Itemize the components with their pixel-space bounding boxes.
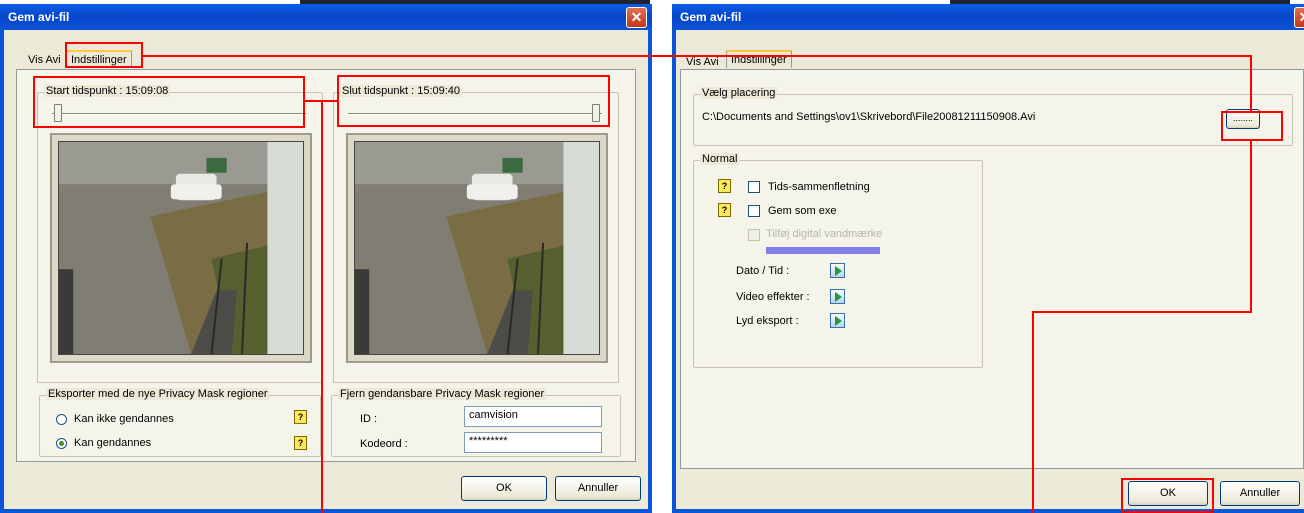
annotation-line: [321, 100, 337, 102]
annotation-line: [1250, 141, 1252, 313]
watermark-color-bar: [766, 247, 880, 254]
right-dialog-title: Gem avi-fil: [680, 10, 742, 24]
cancel-button[interactable]: Annuller: [1220, 481, 1300, 506]
annotation-box-browse: [1221, 111, 1283, 141]
normal-group: Normal ? Tids-sammenfletning ? Gem som e…: [693, 153, 983, 368]
annotation-box-start: [33, 76, 305, 128]
ok-button[interactable]: OK: [461, 476, 547, 501]
remove-privacy-label: Fjern gendansbare Privacy Mask regioner: [338, 388, 547, 400]
export-privacy-label: Eksporter med de nye Privacy Mask region…: [46, 388, 270, 400]
normal-label: Normal: [700, 153, 740, 165]
right-dialog: Gem avi-fil ✕ Vis Avi Indstillinger Vælg…: [672, 4, 1304, 513]
radio-can-restore[interactable]: [56, 438, 67, 449]
annotation-line: [143, 55, 1252, 57]
right-dialog-titlebar: Gem avi-fil: [672, 4, 1304, 30]
id-label: ID :: [360, 413, 378, 425]
help-icon[interactable]: ?: [294, 436, 307, 450]
placement-group: Vælg placering C:\Documents and Settings…: [693, 87, 1293, 146]
save-exe-checkbox[interactable]: [748, 205, 760, 217]
end-video-preview: [354, 141, 600, 355]
end-time-group: Slut tidspunkt : 15:09:40: [333, 85, 619, 383]
export-privacy-group: Eksporter med de nye Privacy Mask region…: [39, 388, 321, 457]
password-input[interactable]: *********: [464, 432, 602, 453]
right-dialog-client: Vis Avi Indstillinger Vælg placering C:\…: [676, 30, 1304, 509]
annotation-box-ok: [1121, 478, 1214, 513]
start-video-preview: [58, 141, 304, 355]
video-effects-arrow-icon[interactable]: [830, 289, 845, 304]
radio-can-restore-label: Kan gendannes: [74, 437, 152, 449]
radio-cannot-restore[interactable]: [56, 414, 67, 425]
tab-vis-avi[interactable]: Vis Avi: [24, 52, 65, 70]
tab-indstillinger[interactable]: Indstillinger: [726, 50, 792, 68]
remove-privacy-group: Fjern gendansbare Privacy Mask regioner …: [331, 388, 621, 457]
end-video-frame: [346, 133, 608, 363]
id-input[interactable]: camvision: [464, 406, 602, 427]
left-dialog-title: Gem avi-fil: [8, 10, 70, 24]
annotation-box-end: [337, 75, 610, 127]
save-exe-label: Gem som exe: [768, 205, 837, 217]
annotation-line: [1250, 55, 1252, 112]
placement-label: Vælg placering: [700, 87, 778, 99]
annotation-line: [1032, 311, 1252, 313]
output-path: C:\Documents and Settings\ov1\Skrivebord…: [702, 111, 1036, 123]
time-merge-checkbox[interactable]: [748, 181, 760, 193]
annotation-line: [321, 100, 323, 513]
watermark-checkbox: [748, 229, 760, 241]
audio-export-label: Lyd eksport :: [736, 315, 799, 327]
watermark-label: Tilføj digital vandmærke: [766, 228, 883, 240]
help-icon[interactable]: ?: [718, 179, 731, 193]
left-dialog-titlebar: Gem avi-fil: [0, 4, 652, 30]
help-icon[interactable]: ?: [718, 203, 731, 217]
start-time-group: Start tidspunkt : 15:09:08: [37, 85, 323, 383]
date-time-label: Dato / Tid :: [736, 265, 790, 277]
annotation-box-tab: [65, 42, 143, 68]
time-merge-label: Tids-sammenfletning: [768, 181, 870, 193]
cancel-button[interactable]: Annuller: [555, 476, 641, 501]
close-icon[interactable]: ✕: [1294, 7, 1304, 28]
start-video-frame: [50, 133, 312, 363]
annotation-line: [1032, 311, 1034, 513]
password-label: Kodeord :: [360, 438, 408, 450]
video-effects-label: Video effekter :: [736, 291, 810, 303]
date-time-arrow-icon[interactable]: [830, 263, 845, 278]
audio-export-arrow-icon[interactable]: [830, 313, 845, 328]
tab-page-indstillinger: Vælg placering C:\Documents and Settings…: [680, 69, 1304, 469]
close-icon[interactable]: ✕: [626, 7, 647, 28]
help-icon[interactable]: ?: [294, 410, 307, 424]
radio-cannot-restore-label: Kan ikke gendannes: [74, 413, 174, 425]
